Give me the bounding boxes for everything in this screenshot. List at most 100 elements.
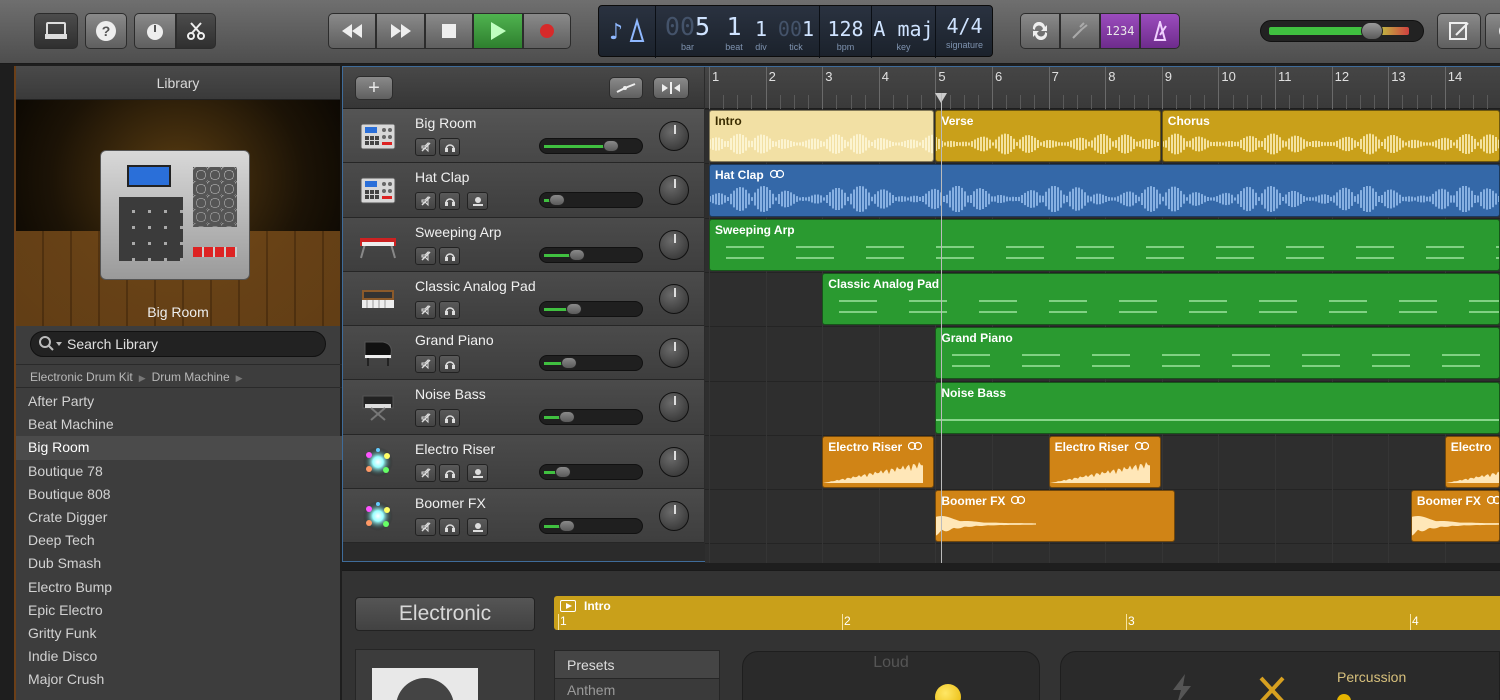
solo-button[interactable] [439, 192, 460, 211]
mute-button[interactable] [415, 246, 436, 265]
track-volume-slider[interactable] [539, 300, 643, 317]
solo-button[interactable] [439, 463, 460, 482]
metronome-button[interactable] [1140, 13, 1180, 49]
tuner-button[interactable] [1060, 13, 1100, 49]
volume-knob[interactable] [566, 302, 582, 315]
library-item[interactable]: Deep Tech [16, 529, 342, 552]
percussion-toggle[interactable] [1337, 694, 1351, 700]
track-name[interactable]: Classic Analog Pad [415, 278, 536, 294]
mute-button[interactable] [415, 300, 436, 319]
mute-button[interactable] [415, 355, 436, 374]
master-volume-knob[interactable] [1361, 22, 1383, 40]
breadcrumb-item[interactable]: Electronic Drum Kit [30, 370, 133, 384]
count-in-button[interactable]: 1234 [1100, 13, 1140, 49]
pan-knob[interactable] [659, 501, 689, 532]
track-volume-slider[interactable] [539, 138, 643, 154]
pan-knob[interactable] [659, 229, 689, 260]
smart-controls-button[interactable] [134, 13, 176, 49]
mute-button[interactable] [415, 409, 436, 428]
volume-knob[interactable] [559, 520, 575, 533]
input-monitor-button[interactable] [467, 518, 488, 537]
library-item[interactable]: Epic Electro [16, 599, 342, 622]
flex-pitch-button[interactable] [653, 77, 689, 99]
library-item[interactable]: Boutique 808 [16, 483, 342, 506]
library-item[interactable]: Electro Bump [16, 576, 342, 599]
volume-knob[interactable] [555, 465, 571, 478]
lcd-display[interactable]: ♪ 005 bar 1 beat 1 div 001 tick 128 bpm [598, 5, 993, 58]
library-item[interactable]: Crate Digger [16, 506, 342, 529]
track-header[interactable]: Noise Bass [343, 380, 704, 435]
playhead[interactable] [941, 93, 942, 563]
track-header[interactable]: Sweeping Arp [343, 217, 704, 272]
library-item[interactable]: Major Crush [16, 668, 342, 691]
preset-item[interactable]: Anthem [555, 679, 719, 700]
rewind-button[interactable] [328, 13, 376, 49]
volume-knob[interactable] [559, 411, 575, 424]
track-volume-slider[interactable] [539, 409, 643, 426]
mute-button[interactable] [415, 463, 436, 482]
pan-knob[interactable] [659, 446, 689, 477]
pan-knob[interactable] [659, 338, 689, 369]
volume-knob[interactable] [561, 357, 577, 370]
track-header[interactable]: Electro Riser [343, 434, 704, 490]
fast-forward-button[interactable] [376, 13, 425, 49]
solo-button[interactable] [439, 138, 460, 156]
region-electro-riser[interactable]: Electro Riser [1048, 435, 1161, 489]
library-search-field[interactable]: Search Library [30, 331, 326, 357]
region-electro-riser[interactable]: Electro Riser [822, 435, 935, 489]
track-name[interactable]: Big Room [415, 115, 476, 131]
arrange-area[interactable]: 1 2 3 4 5 6 7 8 9 10 11 12 13 14 Intro Verse Chorus Hat … [705, 67, 1500, 563]
track-name[interactable]: Hat Clap [415, 169, 469, 185]
track-header[interactable]: Grand Piano [343, 326, 704, 381]
automation-button[interactable] [609, 77, 643, 99]
solo-button[interactable] [439, 518, 460, 537]
region-grand-piano[interactable]: Grand Piano [935, 327, 1500, 380]
region-electro-riser-partial[interactable]: Electro [1444, 435, 1500, 489]
library-item-selected[interactable]: Big Room [16, 436, 342, 460]
track-volume-slider[interactable] [539, 463, 643, 480]
solo-button[interactable] [439, 409, 460, 428]
track-volume-slider[interactable] [539, 355, 643, 372]
region-sweeping-arp[interactable]: Sweeping Arp [709, 218, 1500, 271]
track-volume-slider[interactable] [539, 246, 643, 263]
region-intro[interactable]: Intro [709, 110, 935, 163]
editors-button[interactable] [176, 13, 216, 49]
mute-button[interactable] [415, 138, 436, 156]
breadcrumb-item[interactable]: Drum Machine [152, 370, 230, 384]
lcd-tempo[interactable]: 128 bpm [819, 6, 871, 58]
region-hat-clap[interactable]: Hat Clap [709, 164, 1500, 217]
library-item[interactable]: Dub Smash [16, 552, 342, 575]
library-item[interactable]: After Party [16, 390, 342, 413]
region-boomer-fx[interactable]: Boomer FX [935, 490, 1175, 543]
lightning-bolt-icon[interactable] [1167, 674, 1197, 700]
timeline-ruler[interactable]: 1 2 3 4 5 6 7 8 9 10 11 12 13 14 [705, 67, 1500, 109]
library-toggle-button[interactable] [34, 13, 78, 49]
library-item[interactable]: Indie Disco [16, 645, 342, 668]
region-chorus[interactable]: Chorus [1161, 110, 1500, 163]
mute-button[interactable] [415, 192, 436, 211]
master-volume-slider[interactable] [1260, 20, 1424, 42]
editor-ruler[interactable]: Intro 1 2 3 4 [554, 596, 1500, 630]
region-verse[interactable]: Verse [935, 110, 1161, 163]
track-header[interactable]: Hat Clap [343, 163, 704, 218]
input-monitor-button[interactable] [467, 463, 488, 482]
track-name[interactable]: Sweeping Arp [415, 224, 501, 240]
region-boomer-fx[interactable]: Boomer FX [1410, 490, 1500, 543]
pan-knob[interactable] [659, 175, 689, 206]
track-name[interactable]: Electro Riser [415, 441, 495, 457]
solo-button[interactable] [439, 246, 460, 265]
region-classic-analog-pad[interactable]: Classic Analog Pad [822, 272, 1500, 326]
track-header[interactable]: Boomer FX [343, 489, 704, 544]
track-header[interactable]: Classic Analog Pad [343, 271, 704, 327]
mute-button[interactable] [415, 518, 436, 537]
library-item[interactable]: Gritty Funk [16, 622, 342, 645]
track-header[interactable]: Big Room [343, 109, 704, 164]
help-button[interactable]: ? [85, 13, 127, 49]
library-item[interactable]: Boutique 78 [16, 460, 342, 483]
loop-browser-button[interactable] [1485, 13, 1500, 49]
volume-knob[interactable] [603, 140, 619, 152]
track-name[interactable]: Grand Piano [415, 332, 494, 348]
solo-button[interactable] [439, 300, 460, 319]
library-item[interactable]: Beat Machine [16, 413, 342, 436]
cycle-button[interactable] [1020, 13, 1060, 49]
